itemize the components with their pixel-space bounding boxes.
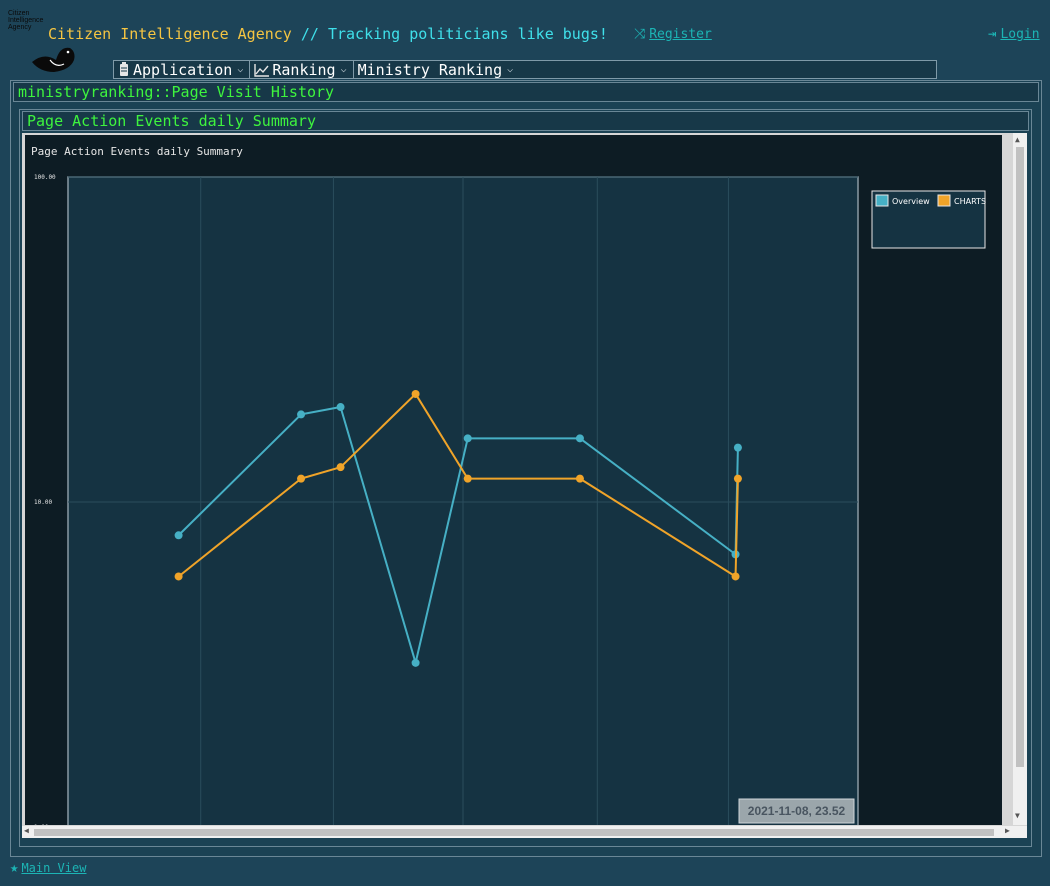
menu-item-application[interactable]: Application ⌵ [114,60,251,79]
data-point-charts [411,389,420,398]
line-chart-icon [254,63,270,77]
scroll-left-icon[interactable]: ◀ [24,826,29,835]
scroll-up-icon[interactable]: ▲ [1015,135,1020,144]
shuffle-icon: ⤨ [634,26,646,42]
menu-label-application: Application [133,60,233,79]
data-point-overview [463,434,472,443]
page-visit-history-panel: ministryranking::Page Visit History Page… [10,80,1042,857]
sub-panel-title: Page Action Events daily Summary [22,111,1029,131]
horizontal-scrollbar[interactable]: ◀ ▶ [22,826,1027,838]
legend-label-charts: CHARTS [954,197,986,206]
application-icon [120,62,128,76]
chevron-down-icon: ⌵ [340,64,347,75]
menu-item-ministry-ranking[interactable]: Ministry Ranking ⌵ [354,60,520,79]
register-label: Register [649,27,712,42]
page-action-events-chart: Page Action Events daily Summary 1.00 10.0… [31,145,986,825]
chevron-down-icon: ⌵ [237,64,244,75]
chevron-down-icon: ⌵ [507,64,514,75]
y-tick-label: 1.00 [34,824,49,825]
data-point-charts [463,474,472,483]
vertical-scrollbar[interactable]: ▲ ▼ [1013,133,1027,825]
menu-label-ministry-ranking: Ministry Ranking [357,60,503,79]
data-point-charts [174,572,183,581]
site-title: Citizen Intelligence Agency // Tracking … [48,25,608,43]
menu-bar: Application ⌵ Ranking ⌵ Ministry Ranking… [113,60,937,79]
bird-logo-icon [32,47,75,72]
login-label: Login [1000,27,1040,42]
legend-swatch-charts [937,194,951,207]
register-link[interactable]: ⤨ Register [634,26,712,42]
data-point-charts [575,474,584,483]
sign-in-icon: ⇥ [988,26,997,42]
main-view-label: Main View [21,861,87,875]
panel-title: ministryranking::Page Visit History [13,82,1039,102]
data-point-overview [411,658,420,667]
data-point-charts [731,572,740,581]
menu-label-ranking: Ranking [272,60,336,79]
y-tick-label: 10.00 [34,499,52,506]
site-title-org: Citizen Intelligence Agency [48,25,292,43]
scroll-right-icon[interactable]: ▶ [1005,826,1010,835]
main-view-link[interactable]: ★ Main View [10,860,86,876]
data-point-overview [297,410,306,419]
logo-text: Citizen Intelligence Agency [8,10,44,31]
legend-label-overview: Overview [892,197,930,206]
chart-container: Page Action Events daily Summary 1.00 10.0… [25,135,1002,825]
star-icon: ★ [10,860,19,876]
chart-title: Page Action Events daily Summary [31,145,243,158]
daily-summary-panel: Page Action Events daily Summary Page Ac… [19,109,1032,847]
scroll-down-icon[interactable]: ▼ [1015,811,1020,820]
tooltip-text: 2021-11-08, 23.52 [748,804,846,818]
data-point-charts [336,463,345,472]
y-tick-label: 100.00 [34,174,56,181]
vertical-scroll-thumb[interactable] [1016,147,1024,767]
chart-scroll-area: Page Action Events daily Summary 1.00 10.0… [22,133,1027,838]
data-point-overview [336,403,345,412]
login-link[interactable]: ⇥ Login [988,26,1040,42]
data-point-overview [575,434,584,443]
data-point-overview [733,443,742,452]
site-title-slogan: // Tracking politicians like bugs! [291,25,608,43]
data-point-charts [733,474,742,483]
menu-item-ranking[interactable]: Ranking ⌵ [250,60,354,79]
data-point-charts [297,474,306,483]
legend-swatch-overview [875,194,889,207]
horizontal-scroll-thumb[interactable] [34,829,994,836]
data-point-overview [174,531,183,540]
